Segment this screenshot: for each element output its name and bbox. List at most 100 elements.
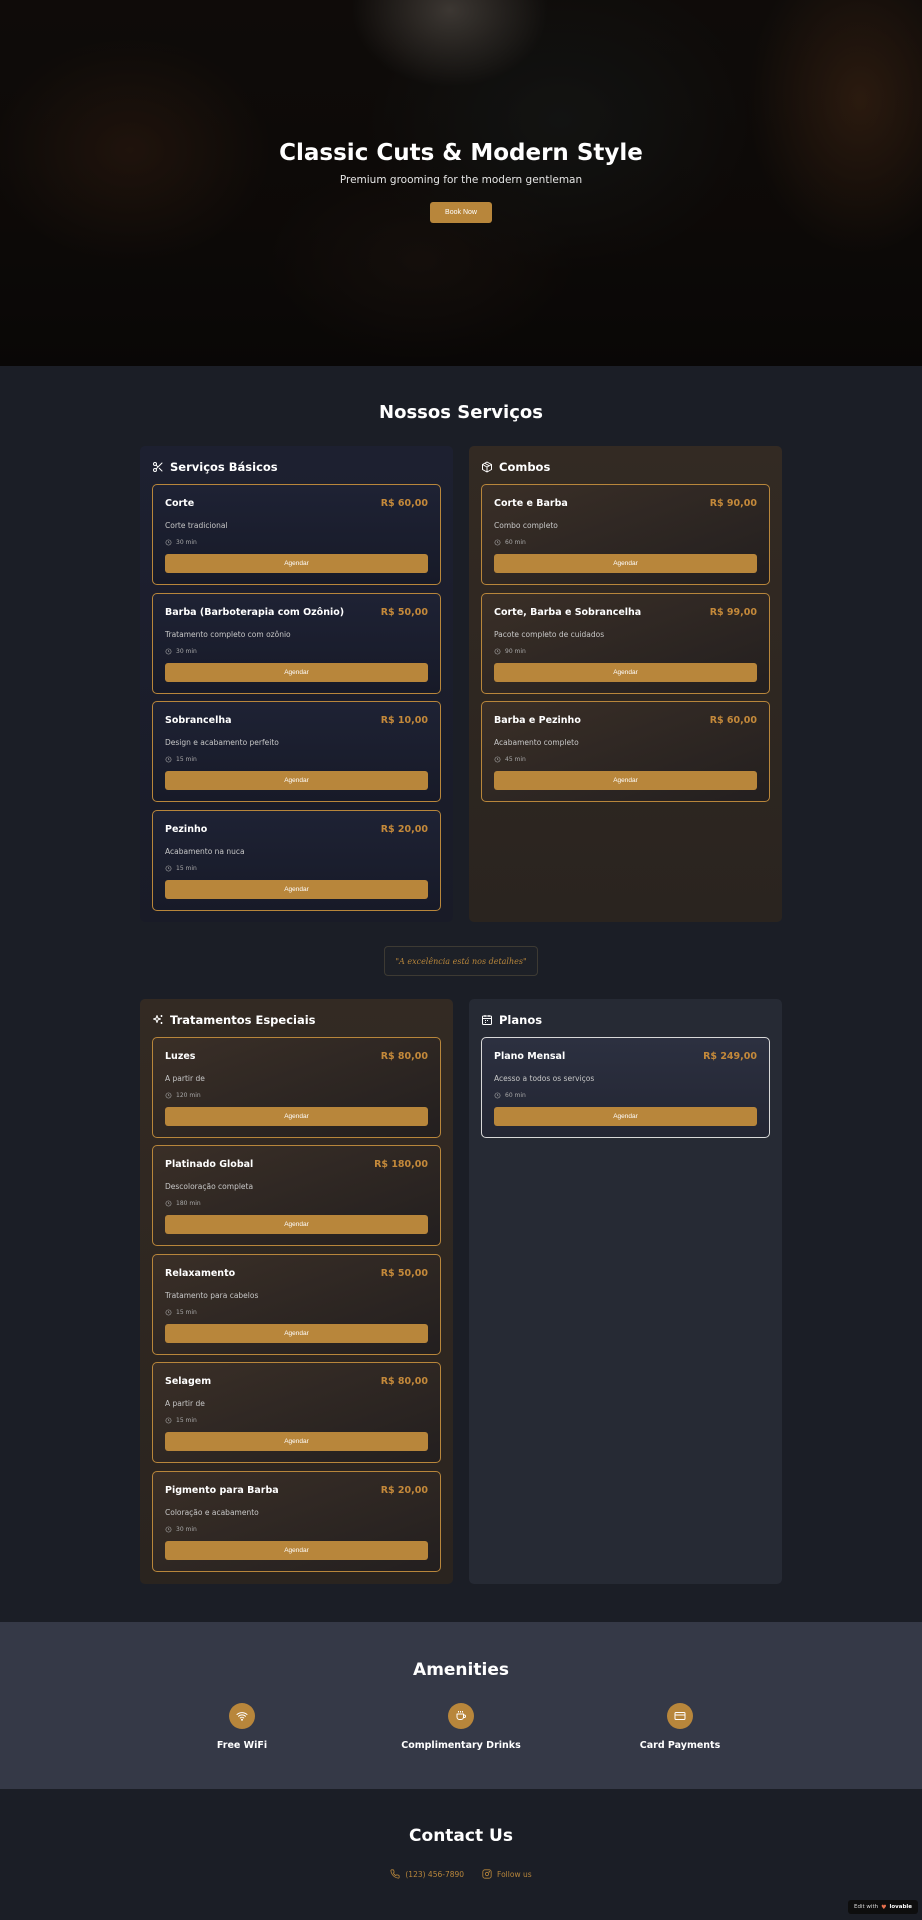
clock-icon — [165, 865, 172, 872]
agendar-button[interactable]: Agendar — [494, 663, 757, 682]
panel-title: Tratamentos Especiais — [152, 1013, 316, 1027]
agendar-button[interactable]: Agendar — [494, 1107, 757, 1126]
service-name: Corte e Barba — [494, 498, 568, 509]
agendar-button[interactable]: Agendar — [165, 1432, 428, 1451]
contact-row: (123) 456-7890 Follow us — [0, 1869, 922, 1879]
quote-box: "A excelência está nos detalhes" — [384, 946, 538, 976]
service-duration: 120 min — [165, 1092, 201, 1099]
service-description: Tratamento completo com ozônio — [165, 630, 291, 639]
duration-text: 30 min — [176, 648, 197, 655]
service-description: Corte tradicional — [165, 521, 228, 530]
service-price: R$ 90,00 — [709, 498, 757, 509]
service-duration: 15 min — [165, 756, 197, 763]
plan-price: R$ 249,00 — [703, 1051, 757, 1062]
service-price: R$ 180,00 — [374, 1159, 428, 1170]
badge-prefix: Edit with — [854, 1904, 879, 1910]
social-text: Follow us — [497, 1869, 532, 1879]
service-price: R$ 50,00 — [380, 1268, 428, 1279]
instagram-icon — [482, 1869, 492, 1879]
amenity-label: Card Payments — [639, 1740, 721, 1751]
phone-link[interactable]: (123) 456-7890 — [390, 1869, 464, 1879]
clock-icon — [165, 1200, 172, 1207]
service-description: Acabamento na nuca — [165, 847, 245, 856]
service-price: R$ 60,00 — [380, 498, 428, 509]
plan-duration: 60 min — [494, 1092, 526, 1099]
service-name: Relaxamento — [165, 1268, 236, 1279]
contact-title: Contact Us — [409, 1826, 513, 1846]
book-now-button[interactable]: Book Now — [430, 202, 492, 223]
agendar-button[interactable]: Agendar — [165, 880, 428, 899]
plan-description: Acesso a todos os serviços — [494, 1074, 595, 1083]
duration-text: 60 min — [505, 1092, 526, 1099]
agendar-button[interactable]: Agendar — [494, 771, 757, 790]
service-description: Descoloração completa — [165, 1182, 254, 1191]
duration-text: 15 min — [176, 1417, 197, 1424]
amenity-card-payments: Card Payments — [600, 1703, 760, 1751]
duration-text: 15 min — [176, 1309, 197, 1316]
duration-text: 15 min — [176, 865, 197, 872]
service-name: Sobrancelha — [165, 715, 232, 726]
instagram-link[interactable]: Follow us — [482, 1869, 532, 1879]
service-card: Pigmento para Barba R$ 20,00 Coloração e… — [152, 1471, 441, 1572]
panel-title-text: Combos — [499, 460, 551, 474]
service-name: Pigmento para Barba — [165, 1485, 279, 1496]
service-description: Acabamento completo — [494, 738, 579, 747]
service-duration: 60 min — [494, 539, 526, 546]
service-description: Pacote completo de cuidados — [494, 630, 605, 639]
scissors-icon — [153, 462, 163, 472]
agendar-button[interactable]: Agendar — [165, 771, 428, 790]
service-name: Pezinho — [165, 824, 208, 835]
amenity-wifi: Free WiFi — [162, 1703, 322, 1751]
clock-icon — [165, 539, 172, 546]
agendar-button[interactable]: Agendar — [494, 554, 757, 573]
service-name: Luzes — [165, 1051, 196, 1062]
amenities-title: Amenities — [413, 1660, 509, 1680]
service-card: Platinado Global R$ 180,00 Descoloração … — [152, 1145, 441, 1246]
service-card: Corte R$ 60,00 Corte tradicional 30 min … — [152, 484, 441, 585]
clock-icon — [494, 648, 501, 655]
duration-text: 30 min — [176, 539, 197, 546]
clock-icon — [165, 1526, 172, 1533]
service-duration: 15 min — [165, 1309, 197, 1316]
service-duration: 15 min — [165, 1417, 197, 1424]
phone-icon — [390, 1869, 400, 1879]
edit-with-lovable-badge[interactable]: Edit with ♥ lovable — [848, 1900, 918, 1914]
service-card: Barba (Barboterapia com Ozônio) R$ 50,00… — [152, 593, 441, 694]
panel-title-text: Planos — [499, 1013, 543, 1027]
panel-tratamentos-especiais: Tratamentos Especiais Luzes R$ 80,00 A p… — [140, 999, 453, 1584]
sparkles-icon — [153, 1015, 163, 1024]
agendar-button[interactable]: Agendar — [165, 1324, 428, 1343]
services-title: Nossos Serviços — [379, 402, 543, 423]
clock-icon — [165, 1309, 172, 1316]
panel-title: Serviços Básicos — [152, 460, 278, 474]
amenity-label: Complimentary Drinks — [401, 1740, 521, 1751]
service-card: Pezinho R$ 20,00 Acabamento na nuca 15 m… — [152, 810, 441, 911]
service-name: Corte, Barba e Sobrancelha — [494, 607, 642, 618]
clock-icon — [165, 756, 172, 763]
heart-icon: ♥ — [881, 1903, 887, 1911]
agendar-button[interactable]: Agendar — [165, 663, 428, 682]
panel-combos: Combos Corte e Barba R$ 90,00 Combo comp… — [469, 446, 782, 922]
calendar-icon — [482, 1015, 492, 1025]
clock-icon — [494, 1092, 501, 1099]
service-card: Corte, Barba e Sobrancelha R$ 99,00 Paco… — [481, 593, 770, 694]
hero-subtitle: Premium grooming for the modern gentlema… — [339, 174, 583, 186]
service-description: A partir de — [165, 1399, 205, 1408]
agendar-button[interactable]: Agendar — [165, 1541, 428, 1560]
service-duration: 15 min — [165, 865, 197, 872]
service-name: Selagem — [165, 1376, 212, 1387]
agendar-button[interactable]: Agendar — [165, 1215, 428, 1234]
duration-text: 90 min — [505, 648, 526, 655]
service-card: Corte e Barba R$ 90,00 Combo completo 60… — [481, 484, 770, 585]
panel-planos: Planos Plano Mensal R$ 249,00 Acesso a t… — [469, 999, 782, 1584]
service-card: Relaxamento R$ 50,00 Tratamento para cab… — [152, 1254, 441, 1355]
service-description: Design e acabamento perfeito — [165, 738, 279, 747]
agendar-button[interactable]: Agendar — [165, 554, 428, 573]
service-duration: 45 min — [494, 756, 526, 763]
service-price: R$ 20,00 — [380, 1485, 428, 1496]
service-card: Selagem R$ 80,00 A partir de 15 min Agen… — [152, 1362, 441, 1463]
duration-text: 30 min — [176, 1526, 197, 1533]
agendar-button[interactable]: Agendar — [165, 1107, 428, 1126]
service-card: Luzes R$ 80,00 A partir de 120 min Agend… — [152, 1037, 441, 1138]
service-price: R$ 60,00 — [709, 715, 757, 726]
